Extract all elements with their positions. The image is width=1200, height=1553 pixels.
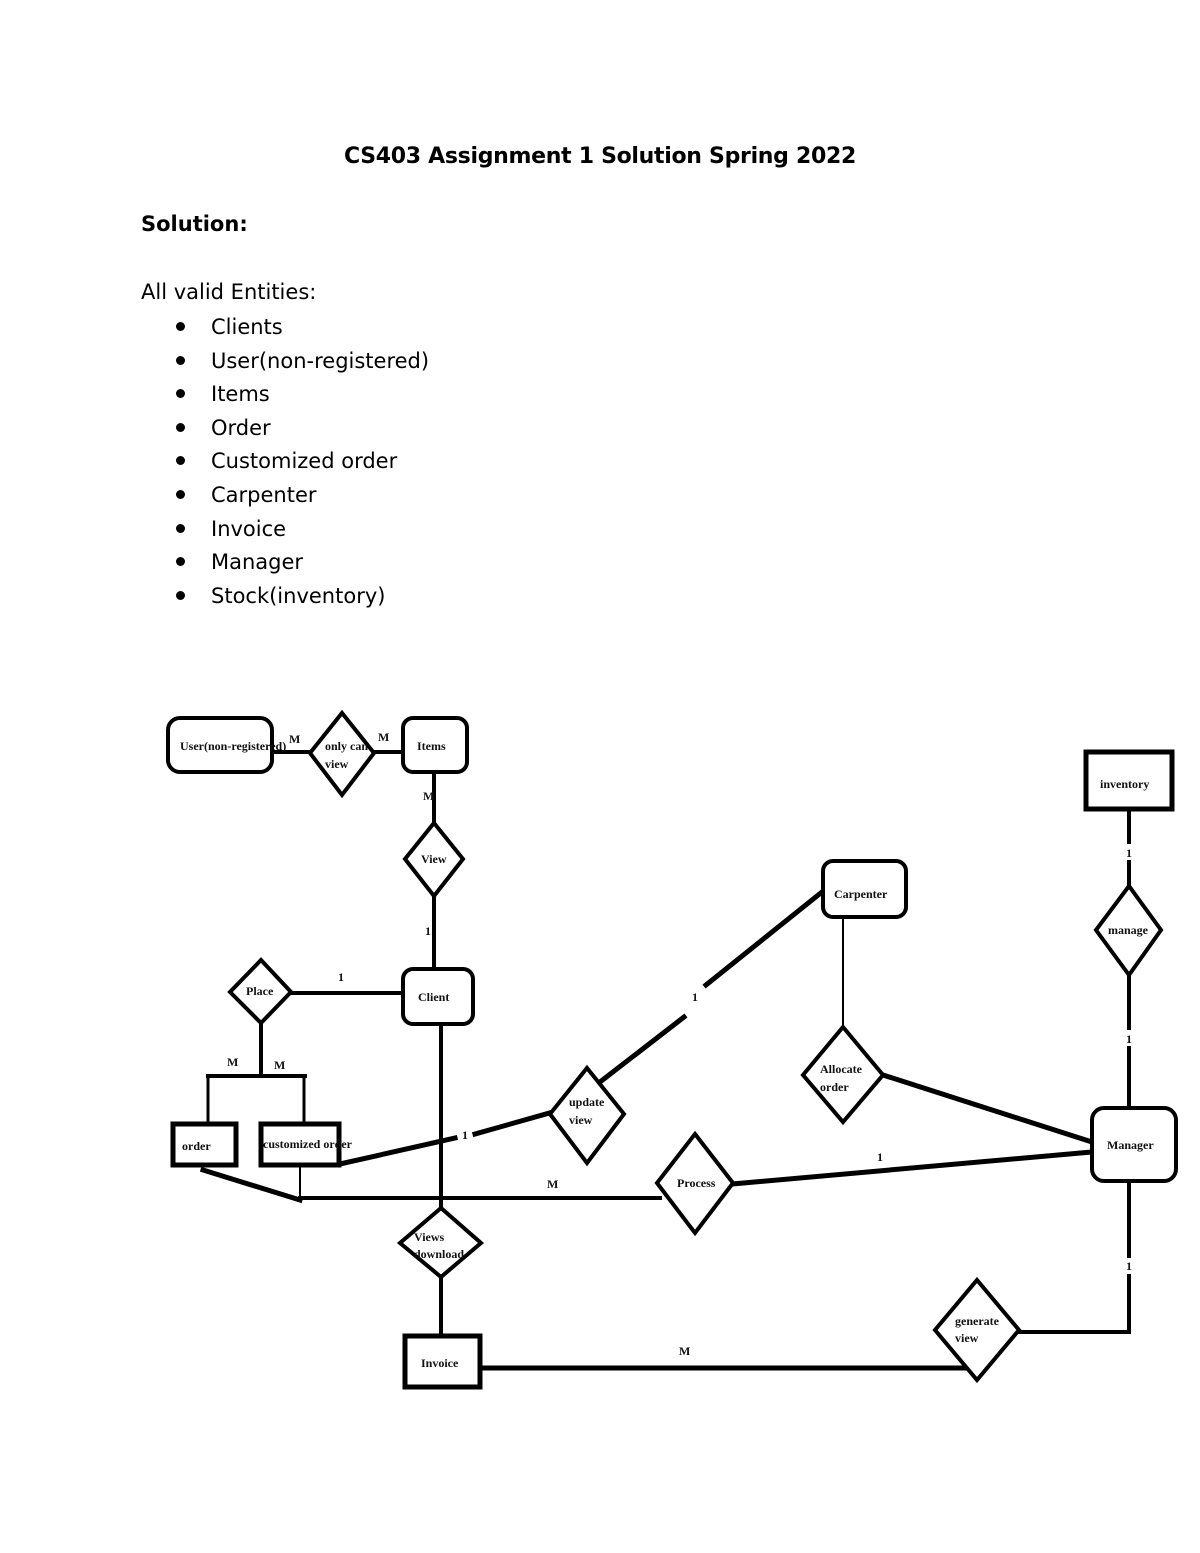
relationship-allocate-order-label-1: Allocate [820, 1062, 863, 1076]
relationship-generate-view-label-2: view [955, 1331, 979, 1345]
entity-inventory-label: inventory [1100, 777, 1149, 791]
cardinality-label: 1 [877, 1150, 883, 1164]
entity-client-label: Client [418, 990, 449, 1004]
connector-customized-updateview-2 [471, 1108, 557, 1138]
cardinality-label: 1 [692, 990, 698, 1004]
connector-allocate-manager [879, 1071, 1096, 1146]
entity-carpenter-label: Carpenter [834, 887, 888, 901]
cardinality-label: 1 [1126, 1259, 1132, 1273]
relationship-views-download-label-2: download [414, 1247, 464, 1261]
entity-manager-label: Manager [1107, 1138, 1154, 1152]
cardinality-label: M [274, 1058, 285, 1072]
cardinality-label: 1 [462, 1128, 468, 1142]
cardinality-label: M [227, 1055, 238, 1069]
entity-items-label: Items [417, 739, 446, 753]
relationship-allocate-order-label-2: order [820, 1080, 849, 1094]
connector-updateview-carpenter-b [702, 888, 826, 989]
connector-order-down [199, 1166, 304, 1204]
relationship-generate-view-label-1: generate [955, 1314, 1000, 1328]
cardinality-label: M [378, 730, 389, 744]
connector-updateview-carpenter-a [596, 1013, 688, 1086]
relationship-views-download-label-1: Views [414, 1230, 445, 1244]
cardinality-label: M [547, 1177, 558, 1191]
relationship-only-can-view-label-2: view [325, 757, 349, 771]
cardinality-label: 1 [425, 924, 431, 938]
relationship-manage-label: manage [1108, 923, 1149, 937]
relationship-view-label: View [421, 852, 447, 866]
cardinality-label: M [423, 789, 434, 803]
connector-customized-updateview [337, 1135, 458, 1167]
cardinality-label: M [679, 1344, 690, 1358]
relationship-place-label: Place [246, 984, 274, 998]
er-diagram: User(non-registered) Items Client order … [166, 709, 1178, 1390]
connector-process-manager [729, 1149, 1095, 1187]
relationship-process-label: Process [677, 1176, 716, 1190]
entity-user-label: User(non-registered) [180, 739, 286, 753]
entity-customized-order-label: customized order [263, 1137, 353, 1151]
entity-order-label: order [182, 1139, 211, 1153]
relationship-only-can-view [307, 709, 377, 799]
relationship-update-view-label-2: view [569, 1113, 593, 1127]
relationship-generate-view [932, 1276, 1022, 1384]
relationship-only-can-view-label-1: only can [325, 739, 368, 753]
cardinality-label: M [289, 732, 300, 746]
entity-invoice-label: Invoice [421, 1356, 459, 1370]
relationship-update-view-label-1: update [569, 1095, 605, 1109]
connector-manager-generate-b [1018, 1274, 1131, 1334]
cardinality-label: 1 [338, 970, 344, 984]
cardinality-label: 1 [1126, 846, 1132, 860]
cardinality-label: 1 [1126, 1032, 1132, 1046]
